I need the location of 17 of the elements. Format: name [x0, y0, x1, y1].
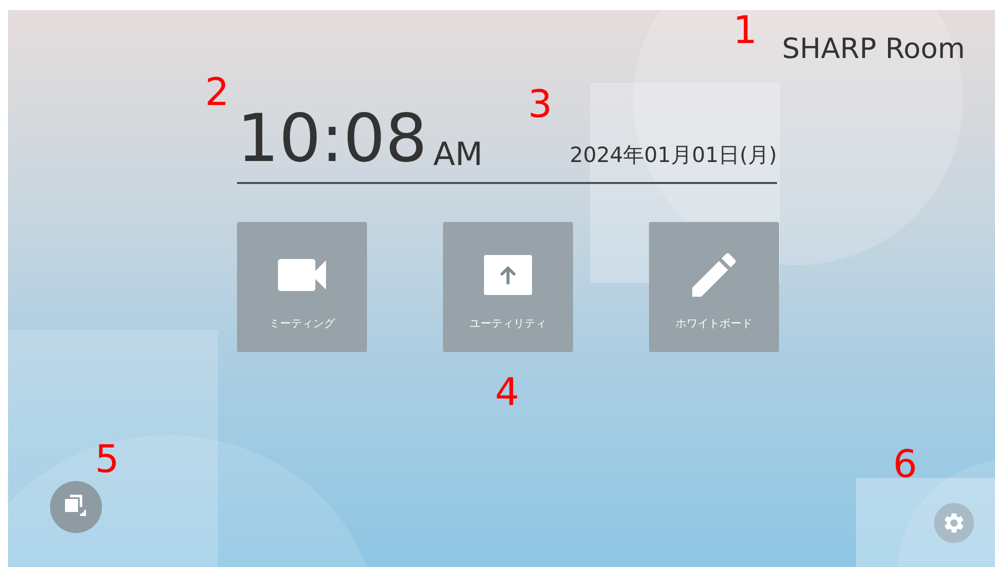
callout-number: 1: [733, 8, 758, 52]
upload-icon: [484, 255, 532, 295]
clock-period: AM: [433, 136, 483, 172]
callout-number: 6: [893, 442, 918, 486]
source-switch-button[interactable]: [50, 481, 102, 533]
callout-number: 2: [205, 70, 230, 114]
callout-number: 4: [495, 370, 520, 414]
app-tile[interactable]: ミーティング: [237, 222, 367, 352]
date-text: 2024年01月01日(月): [570, 142, 777, 169]
settings-icon: [942, 511, 966, 535]
callout-number: 5: [95, 437, 120, 481]
room-name: SHARP Room: [782, 32, 965, 66]
app-tile[interactable]: ホワイトボード: [649, 222, 779, 352]
callout-number: 3: [528, 82, 552, 126]
clock-time: 10:08: [237, 106, 428, 172]
app-tile[interactable]: ユーティリティ: [443, 222, 573, 352]
settings-button[interactable]: [934, 503, 974, 543]
